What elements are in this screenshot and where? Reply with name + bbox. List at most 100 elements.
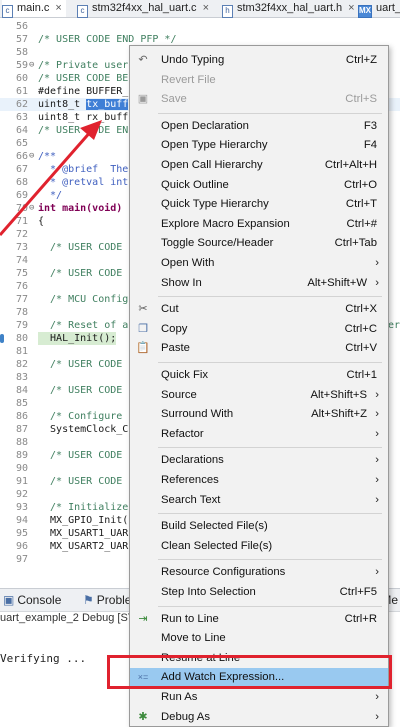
menu-item-paste[interactable]: 📋 Paste Ctrl+V bbox=[130, 339, 388, 358]
tab-1[interactable]: c stm32f4xx_hal_uart.c × bbox=[77, 0, 209, 18]
menu-item-label: Debug As bbox=[161, 710, 210, 723]
tab-3[interactable]: MX uart_ bbox=[358, 0, 400, 18]
line-number: 94 bbox=[15, 515, 28, 526]
menu-item-explore-macro-expansion[interactable]: Explore Macro Expansion Ctrl+# bbox=[130, 215, 388, 234]
menu-item-label: Build Selected File(s) bbox=[161, 520, 268, 533]
menu-item-label: Toggle Source/Header bbox=[161, 237, 274, 250]
line-number: 72 bbox=[15, 229, 28, 240]
menu-item-refactor[interactable]: Refactor › bbox=[130, 425, 388, 444]
menu-item-declarations[interactable]: Declarations › bbox=[130, 451, 388, 470]
menu-item-cut[interactable]: ✂ Cut Ctrl+X bbox=[130, 300, 388, 319]
code-text: /* USER CODE bbox=[38, 450, 123, 461]
menu-item-label: Paste bbox=[161, 342, 190, 355]
copy-icon: ❐ bbox=[138, 322, 148, 335]
code-line[interactable]: 56 bbox=[0, 20, 400, 33]
menu-item-search-text[interactable]: Search Text › bbox=[130, 491, 388, 510]
menu-item-shortcut: Ctrl+Tab bbox=[334, 237, 377, 250]
fold-toggle-icon[interactable]: ⊖ bbox=[29, 59, 34, 72]
menu-item-label: Open Type Hierarchy bbox=[161, 139, 268, 152]
line-number: 97 bbox=[15, 554, 28, 565]
line-number: 63 bbox=[15, 112, 28, 123]
code-text: int main(void) bbox=[38, 203, 123, 214]
code-text: /* MCU Config bbox=[38, 294, 129, 305]
menu-item-quick-outline[interactable]: Quick Outline Ctrl+O bbox=[130, 176, 388, 195]
close-icon[interactable]: × bbox=[348, 2, 354, 14]
code-text: uint8_t rx_buff bbox=[38, 112, 129, 123]
code-text: /* Initialize bbox=[38, 502, 129, 513]
line-number: 87 bbox=[15, 424, 28, 435]
menu-item-label: Revert File bbox=[161, 73, 216, 86]
menu-item-shortcut: Ctrl+T bbox=[345, 198, 377, 211]
line-number: 93 bbox=[15, 502, 28, 513]
h-file-icon: h bbox=[222, 5, 233, 18]
code-text: MX_USART2_UAR bbox=[38, 541, 129, 552]
menu-item-shortcut: Alt+Shift+Z bbox=[311, 408, 367, 421]
tab-2[interactable]: h stm32f4xx_hal_uart.h × bbox=[222, 0, 355, 18]
bottom-tab-0[interactable]: ▣ Console bbox=[3, 593, 61, 607]
menu-separator bbox=[158, 296, 382, 298]
fold-toggle-icon[interactable]: ⊖ bbox=[29, 150, 34, 163]
menu-item-label: Search Text bbox=[161, 493, 221, 506]
menu-item-quick-type-hierarchy[interactable]: Quick Type Hierarchy Ctrl+T bbox=[130, 195, 388, 214]
menu-separator bbox=[158, 362, 382, 363]
line-number: 67 bbox=[15, 164, 28, 175]
console-output: Verifying ... bbox=[0, 652, 87, 665]
chevron-right-icon: › bbox=[375, 454, 379, 467]
debug-icon: ✱ bbox=[138, 710, 148, 723]
close-icon[interactable]: × bbox=[203, 2, 209, 14]
line-number: 62 bbox=[15, 99, 28, 110]
code-text: uint8_t tx_buff bbox=[38, 98, 129, 111]
menu-item-resource-configurations[interactable]: Resource Configurations › bbox=[130, 563, 388, 582]
code-text: MX_USART1_UAR bbox=[38, 528, 129, 539]
selected-text[interactable]: tx_buff bbox=[86, 99, 129, 110]
line-number: 61 bbox=[15, 86, 28, 97]
line-number: 84 bbox=[15, 385, 28, 396]
menu-item-shortcut: F3 bbox=[363, 119, 377, 132]
code-text: #define BUFFER_ bbox=[38, 86, 129, 97]
tab-0[interactable]: c main.c × bbox=[2, 0, 66, 18]
bottom-tab-1[interactable]: ⚑ Proble bbox=[83, 593, 131, 607]
menu-item-references[interactable]: References › bbox=[130, 471, 388, 490]
line-number: 92 bbox=[15, 489, 28, 500]
menu-item-open-with[interactable]: Open With › bbox=[130, 254, 388, 273]
editor-tab-bar: c main.c × c stm32f4xx_hal_uart.c × h stm32f4xx… bbox=[0, 0, 400, 18]
line-number: 76 bbox=[15, 281, 28, 292]
menu-item-label: Surround With bbox=[161, 408, 234, 421]
menu-separator bbox=[158, 559, 382, 561]
menu-item-label: Open With bbox=[161, 257, 215, 269]
chevron-right-icon: › bbox=[375, 474, 379, 486]
menu-item-shortcut: Ctrl+R bbox=[344, 612, 377, 625]
menu-item-step-into-selection[interactable]: Step Into Selection Ctrl+F5 bbox=[130, 583, 388, 602]
bottom-tab-label: Console bbox=[17, 593, 62, 607]
line-number: 77 bbox=[15, 294, 28, 305]
code-text: * @brief The bbox=[38, 164, 129, 175]
line-number: 73 bbox=[15, 242, 28, 253]
menu-item-undo-typing[interactable]: ↶ Undo Typing Ctrl+Z bbox=[130, 51, 388, 70]
tab-label: stm32f4xx_hal_uart.c bbox=[92, 2, 197, 14]
menu-item-source[interactable]: Source Alt+Shift+S › bbox=[130, 386, 388, 405]
menu-item-run-to-line[interactable]: ⇥ Run to Line Ctrl+R bbox=[130, 610, 388, 629]
menu-item-show-in[interactable]: Show In Alt+Shift+W › bbox=[130, 274, 388, 293]
chevron-right-icon: › bbox=[375, 710, 379, 723]
menu-item-clean-selected-file-s[interactable]: Clean Selected File(s) bbox=[130, 537, 388, 556]
menu-item-quick-fix[interactable]: Quick Fix Ctrl+1 bbox=[130, 366, 388, 385]
c-file-icon: c bbox=[2, 5, 13, 18]
menu-item-build-selected-file-s[interactable]: Build Selected File(s) bbox=[130, 517, 388, 536]
menu-item-debug-as[interactable]: ✱ Debug As › bbox=[130, 708, 388, 727]
menu-item-copy[interactable]: ❐ Copy Ctrl+C bbox=[130, 320, 388, 339]
menu-item-surround-with[interactable]: Surround With Alt+Shift+Z › bbox=[130, 405, 388, 424]
menu-item-open-declaration[interactable]: Open Declaration F3 bbox=[130, 117, 388, 136]
menu-separator bbox=[158, 112, 382, 114]
menu-item-open-call-hierarchy[interactable]: Open Call Hierarchy Ctrl+Alt+H bbox=[130, 156, 388, 175]
line-number: 89 bbox=[15, 450, 28, 461]
debug-session-label: uart_example_2 Debug [STM bbox=[0, 612, 144, 624]
menu-item-save: ▣ Save Ctrl+S bbox=[130, 90, 388, 109]
close-icon[interactable]: × bbox=[55, 2, 61, 14]
menu-item-open-type-hierarchy[interactable]: Open Type Hierarchy F4 bbox=[130, 136, 388, 155]
menu-item-toggle-source-header[interactable]: Toggle Source/Header Ctrl+Tab bbox=[130, 234, 388, 253]
line-number: 74 bbox=[15, 255, 28, 266]
problems-icon: ⚑ bbox=[83, 593, 94, 607]
fold-toggle-icon[interactable]: ⊖ bbox=[29, 202, 34, 215]
menu-item-run-as[interactable]: Run As › bbox=[130, 688, 388, 707]
menu-item-move-to-line[interactable]: Move to Line bbox=[130, 629, 388, 648]
